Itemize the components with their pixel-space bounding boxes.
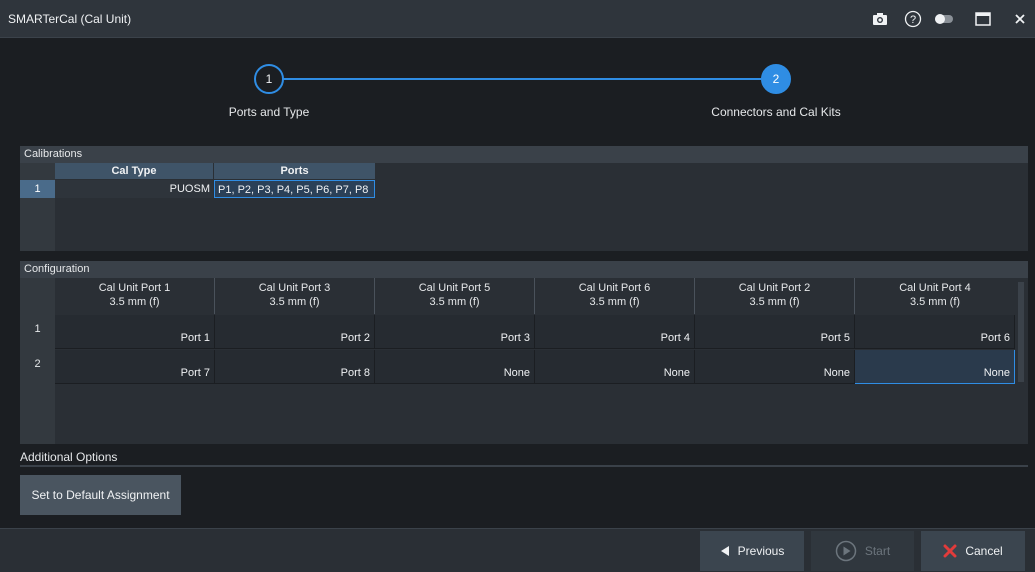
- cancel-label: Cancel: [965, 544, 1003, 558]
- configuration-table: Cal Unit Port 1 3.5 mm (f) Cal Unit Port …: [20, 278, 1028, 444]
- step-2-label: Connectors and Cal Kits: [711, 105, 841, 119]
- port-assignment-cell[interactable]: Port 8: [215, 350, 375, 384]
- set-default-assignment-button[interactable]: Set to Default Assignment: [20, 475, 181, 515]
- table-row: Port 1 Port 2 Port 3 Port 4 Port 5 Port …: [55, 315, 1015, 349]
- column-header-name: Cal Unit Port 6: [578, 282, 651, 294]
- column-header-connector: 3.5 mm (f): [749, 296, 800, 308]
- port-assignment-cell[interactable]: None: [375, 350, 535, 384]
- port-assignment-cell[interactable]: Port 4: [535, 315, 695, 349]
- calibrations-title: Calibrations: [20, 146, 1028, 163]
- port-assignment-cell[interactable]: Port 5: [695, 315, 855, 349]
- wizard-content: 1 2 Ports and Type Connectors and Cal Ki…: [0, 38, 1035, 528]
- row-number[interactable]: 1: [20, 315, 55, 349]
- port-assignment-cell[interactable]: Port 6: [855, 315, 1015, 349]
- column-header: Cal Unit Port 2 3.5 mm (f): [695, 278, 855, 314]
- configuration-title: Configuration: [20, 261, 1028, 278]
- wizard-footer: Previous Start Cancel: [0, 528, 1035, 572]
- column-header-name: Cal Unit Port 4: [899, 282, 971, 294]
- play-circle-icon: [835, 540, 857, 562]
- camera-icon[interactable]: [870, 9, 890, 29]
- title-bar: SMARTerCal (Cal Unit) ?: [0, 0, 1035, 38]
- port-assignment-cell[interactable]: None: [695, 350, 855, 384]
- column-header-name: Cal Unit Port 1: [98, 282, 171, 294]
- column-header: Cal Unit Port 4 3.5 mm (f): [855, 278, 1015, 314]
- vertical-scrollbar[interactable]: [1015, 278, 1028, 444]
- column-header-connector: 3.5 mm (f): [589, 296, 640, 308]
- cal-type-cell[interactable]: PUOSM: [55, 180, 213, 198]
- svg-text:?: ?: [910, 14, 916, 26]
- wizard-progress-line: [281, 78, 761, 80]
- row-number-column: [20, 163, 55, 251]
- row-number[interactable]: 2: [20, 350, 55, 384]
- row-number[interactable]: 1: [20, 180, 55, 198]
- cancel-x-icon: [943, 544, 957, 558]
- start-button[interactable]: Start: [811, 531, 914, 571]
- port-assignment-cell[interactable]: None: [535, 350, 695, 384]
- configuration-header-row: Cal Unit Port 1 3.5 mm (f) Cal Unit Port …: [55, 278, 1015, 314]
- column-header: Cal Unit Port 3 3.5 mm (f): [215, 278, 375, 314]
- step-1-indicator[interactable]: 1: [254, 64, 284, 94]
- close-icon[interactable]: [1010, 9, 1030, 29]
- column-header-connector: 3.5 mm (f): [269, 296, 320, 308]
- port-assignment-cell-selected[interactable]: None: [855, 350, 1015, 384]
- column-header: Cal Unit Port 6 3.5 mm (f): [535, 278, 695, 314]
- start-label: Start: [864, 544, 891, 558]
- step-2-indicator[interactable]: 2: [761, 64, 791, 94]
- window-title: SMARTerCal (Cal Unit): [8, 12, 132, 26]
- column-header: Cal Unit Port 5 3.5 mm (f): [375, 278, 535, 314]
- column-header-name: Cal Unit Port 5: [418, 282, 491, 294]
- calibrations-table: Cal Type Ports 1 PUOSM P1, P2, P3, P4, P…: [20, 163, 1028, 251]
- previous-label: Previous: [737, 544, 785, 558]
- maximize-icon[interactable]: [973, 9, 993, 29]
- column-header-name: Cal Unit Port 2: [738, 282, 811, 294]
- additional-options-section: Additional Options: [20, 450, 1028, 467]
- toggle-icon[interactable]: [934, 9, 954, 29]
- additional-options-title: Additional Options: [20, 450, 118, 464]
- help-icon[interactable]: ?: [903, 9, 923, 29]
- previous-button[interactable]: Previous: [700, 531, 804, 571]
- port-assignment-cell[interactable]: Port 3: [375, 315, 535, 349]
- configuration-panel: Configuration Cal Unit Port 1 3.5 mm (f) …: [20, 261, 1028, 444]
- table-row: Port 7 Port 8 None None None None: [55, 350, 1015, 384]
- column-header-connector: 3.5 mm (f): [109, 296, 160, 308]
- port-assignment-cell[interactable]: Port 2: [215, 315, 375, 349]
- column-header-connector: 3.5 mm (f): [909, 296, 961, 308]
- step-1-label: Ports and Type: [228, 105, 310, 119]
- port-assignment-cell[interactable]: Port 1: [55, 315, 215, 349]
- cancel-button[interactable]: Cancel: [921, 531, 1025, 571]
- column-header-connector: 3.5 mm (f): [429, 296, 480, 308]
- column-header: Cal Unit Port 1 3.5 mm (f): [55, 278, 215, 314]
- arrow-left-icon: [720, 546, 729, 556]
- ports-cell[interactable]: P1, P2, P3, P4, P5, P6, P7, P8: [214, 180, 375, 198]
- calibrations-panel: Calibrations Cal Type Ports 1 PUOSM P1, …: [20, 146, 1028, 251]
- column-header-name: Cal Unit Port 3: [258, 282, 331, 294]
- scrollbar-thumb[interactable]: [1018, 282, 1024, 382]
- port-assignment-cell[interactable]: Port 7: [55, 350, 215, 384]
- cal-type-header: Cal Type: [55, 163, 213, 179]
- ports-header: Ports: [214, 163, 375, 179]
